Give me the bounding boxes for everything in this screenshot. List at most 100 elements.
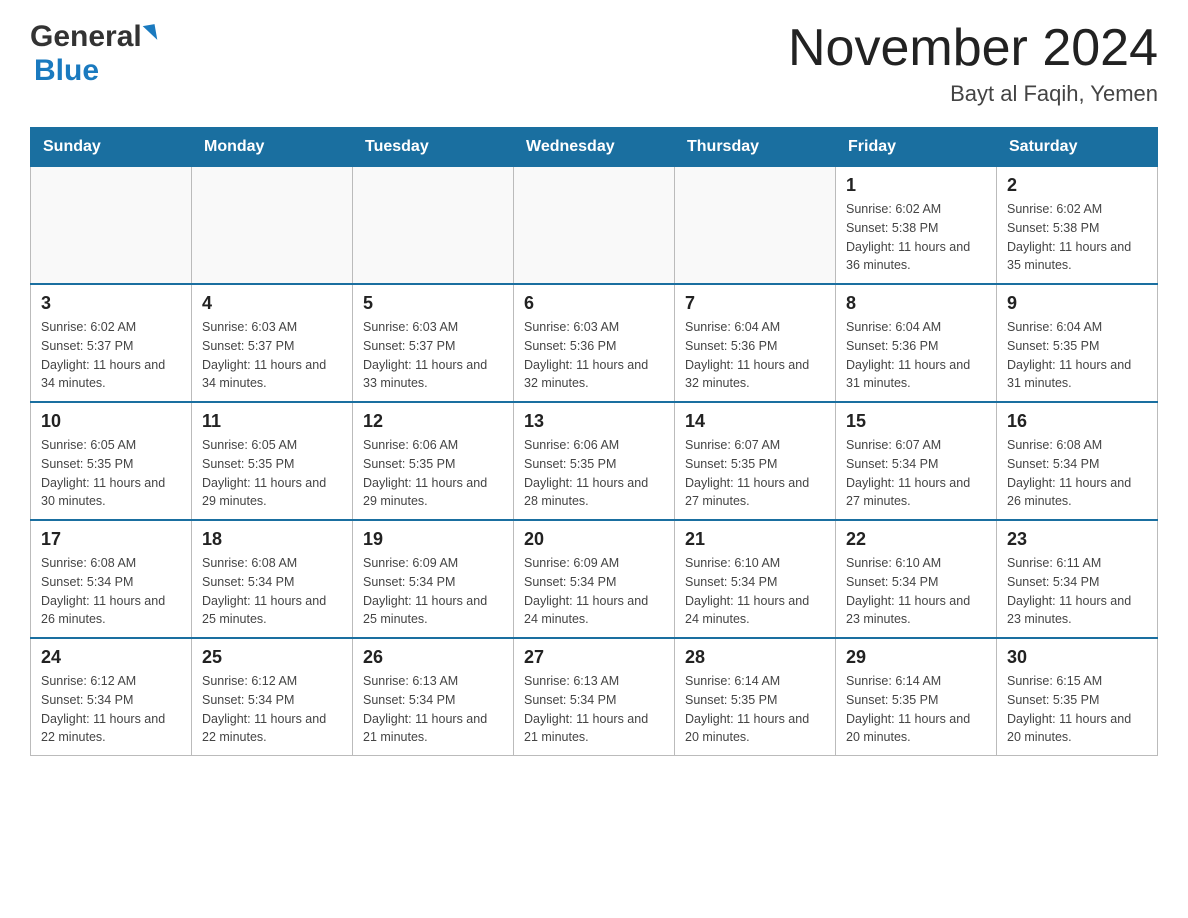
day-number: 7 bbox=[685, 293, 825, 314]
calendar-cell: 9 Sunrise: 6:04 AMSunset: 5:35 PMDaylight… bbox=[997, 284, 1158, 402]
page-subtitle: Bayt al Faqih, Yemen bbox=[788, 81, 1158, 107]
logo-general-text: General bbox=[30, 20, 142, 54]
calendar-cell: 10 Sunrise: 6:05 AMSunset: 5:35 PMDayligh… bbox=[31, 402, 192, 520]
day-info: Sunrise: 6:10 AMSunset: 5:34 PMDaylight:… bbox=[846, 554, 986, 629]
header-monday: Monday bbox=[192, 128, 353, 167]
day-info: Sunrise: 6:09 AMSunset: 5:34 PMDaylight:… bbox=[363, 554, 503, 629]
calendar-cell: 12 Sunrise: 6:06 AMSunset: 5:35 PMDayligh… bbox=[353, 402, 514, 520]
day-number: 3 bbox=[41, 293, 181, 314]
day-info: Sunrise: 6:08 AMSunset: 5:34 PMDaylight:… bbox=[202, 554, 342, 629]
day-number: 16 bbox=[1007, 411, 1147, 432]
day-info: Sunrise: 6:02 AMSunset: 5:38 PMDaylight:… bbox=[846, 200, 986, 275]
day-info: Sunrise: 6:03 AMSunset: 5:37 PMDaylight:… bbox=[363, 318, 503, 393]
calendar-cell: 3Sunrise: 6:02 AMSunset: 5:37 PMDaylight… bbox=[31, 284, 192, 402]
calendar-cell: 28 Sunrise: 6:14 AMSunset: 5:35 PMDayligh… bbox=[675, 638, 836, 756]
day-info: Sunrise: 6:07 AMSunset: 5:35 PMDaylight:… bbox=[685, 436, 825, 511]
day-number: 19 bbox=[363, 529, 503, 550]
calendar-header-row: SundayMondayTuesdayWednesdayThursdayFrid… bbox=[31, 128, 1158, 167]
calendar-week-row: 1Sunrise: 6:02 AMSunset: 5:38 PMDaylight… bbox=[31, 167, 1158, 285]
day-info: Sunrise: 6:04 AMSunset: 5:36 PMDaylight:… bbox=[685, 318, 825, 393]
day-info: Sunrise: 6:10 AMSunset: 5:34 PMDaylight:… bbox=[685, 554, 825, 629]
calendar-week-row: 17 Sunrise: 6:08 AMSunset: 5:34 PMDayligh… bbox=[31, 520, 1158, 638]
calendar-cell: 15 Sunrise: 6:07 AMSunset: 5:34 PMDayligh… bbox=[836, 402, 997, 520]
calendar-cell: 24Sunrise: 6:12 AMSunset: 5:34 PMDayligh… bbox=[31, 638, 192, 756]
calendar-week-row: 24Sunrise: 6:12 AMSunset: 5:34 PMDayligh… bbox=[31, 638, 1158, 756]
day-info: Sunrise: 6:14 AMSunset: 5:35 PMDaylight:… bbox=[685, 672, 825, 747]
day-info: Sunrise: 6:08 AMSunset: 5:34 PMDaylight:… bbox=[1007, 436, 1147, 511]
day-info: Sunrise: 6:05 AMSunset: 5:35 PMDaylight:… bbox=[41, 436, 181, 511]
day-info: Sunrise: 6:02 AMSunset: 5:38 PMDaylight:… bbox=[1007, 200, 1147, 275]
day-info: Sunrise: 6:06 AMSunset: 5:35 PMDaylight:… bbox=[363, 436, 503, 511]
day-number: 22 bbox=[846, 529, 986, 550]
calendar-cell: 4 Sunrise: 6:03 AMSunset: 5:37 PMDaylight… bbox=[192, 284, 353, 402]
day-number: 23 bbox=[1007, 529, 1147, 550]
calendar-week-row: 3Sunrise: 6:02 AMSunset: 5:37 PMDaylight… bbox=[31, 284, 1158, 402]
calendar-cell: 23 Sunrise: 6:11 AMSunset: 5:34 PMDayligh… bbox=[997, 520, 1158, 638]
calendar-table: SundayMondayTuesdayWednesdayThursdayFrid… bbox=[30, 127, 1158, 756]
day-number: 12 bbox=[363, 411, 503, 432]
day-number: 26 bbox=[363, 647, 503, 668]
calendar-cell: 16 Sunrise: 6:08 AMSunset: 5:34 PMDayligh… bbox=[997, 402, 1158, 520]
calendar-cell: 8Sunrise: 6:04 AMSunset: 5:36 PMDaylight… bbox=[836, 284, 997, 402]
day-number: 6 bbox=[524, 293, 664, 314]
day-number: 30 bbox=[1007, 647, 1147, 668]
calendar-cell: 2 Sunrise: 6:02 AMSunset: 5:38 PMDaylight… bbox=[997, 167, 1158, 285]
day-number: 8 bbox=[846, 293, 986, 314]
header-wednesday: Wednesday bbox=[514, 128, 675, 167]
calendar-cell: 25Sunrise: 6:12 AMSunset: 5:34 PMDayligh… bbox=[192, 638, 353, 756]
calendar-cell: 11Sunrise: 6:05 AMSunset: 5:35 PMDayligh… bbox=[192, 402, 353, 520]
calendar-cell: 21 Sunrise: 6:10 AMSunset: 5:34 PMDayligh… bbox=[675, 520, 836, 638]
calendar-cell: 7 Sunrise: 6:04 AMSunset: 5:36 PMDaylight… bbox=[675, 284, 836, 402]
day-info: Sunrise: 6:12 AMSunset: 5:34 PMDaylight:… bbox=[202, 672, 342, 747]
day-info: Sunrise: 6:06 AMSunset: 5:35 PMDaylight:… bbox=[524, 436, 664, 511]
day-number: 20 bbox=[524, 529, 664, 550]
calendar-week-row: 10 Sunrise: 6:05 AMSunset: 5:35 PMDayligh… bbox=[31, 402, 1158, 520]
day-number: 9 bbox=[1007, 293, 1147, 314]
day-info: Sunrise: 6:03 AMSunset: 5:37 PMDaylight:… bbox=[202, 318, 342, 393]
day-info: Sunrise: 6:11 AMSunset: 5:34 PMDaylight:… bbox=[1007, 554, 1147, 629]
calendar-cell: 20 Sunrise: 6:09 AMSunset: 5:34 PMDayligh… bbox=[514, 520, 675, 638]
calendar-cell bbox=[353, 167, 514, 285]
calendar-cell: 13 Sunrise: 6:06 AMSunset: 5:35 PMDayligh… bbox=[514, 402, 675, 520]
day-info: Sunrise: 6:08 AMSunset: 5:34 PMDaylight:… bbox=[41, 554, 181, 629]
calendar-cell: 6 Sunrise: 6:03 AMSunset: 5:36 PMDaylight… bbox=[514, 284, 675, 402]
day-number: 14 bbox=[685, 411, 825, 432]
day-number: 17 bbox=[41, 529, 181, 550]
day-number: 10 bbox=[41, 411, 181, 432]
calendar-cell: 5 Sunrise: 6:03 AMSunset: 5:37 PMDaylight… bbox=[353, 284, 514, 402]
calendar-cell bbox=[31, 167, 192, 285]
calendar-cell: 19 Sunrise: 6:09 AMSunset: 5:34 PMDayligh… bbox=[353, 520, 514, 638]
header-friday: Friday bbox=[836, 128, 997, 167]
day-info: Sunrise: 6:13 AMSunset: 5:34 PMDaylight:… bbox=[524, 672, 664, 747]
calendar-cell: 30 Sunrise: 6:15 AMSunset: 5:35 PMDayligh… bbox=[997, 638, 1158, 756]
day-number: 21 bbox=[685, 529, 825, 550]
day-number: 4 bbox=[202, 293, 342, 314]
day-number: 2 bbox=[1007, 175, 1147, 196]
day-info: Sunrise: 6:15 AMSunset: 5:35 PMDaylight:… bbox=[1007, 672, 1147, 747]
day-number: 28 bbox=[685, 647, 825, 668]
day-number: 18 bbox=[202, 529, 342, 550]
header-sunday: Sunday bbox=[31, 128, 192, 167]
calendar-cell bbox=[514, 167, 675, 285]
calendar-cell: 27 Sunrise: 6:13 AMSunset: 5:34 PMDayligh… bbox=[514, 638, 675, 756]
day-number: 27 bbox=[524, 647, 664, 668]
day-info: Sunrise: 6:14 AMSunset: 5:35 PMDaylight:… bbox=[846, 672, 986, 747]
calendar-cell: 1Sunrise: 6:02 AMSunset: 5:38 PMDaylight… bbox=[836, 167, 997, 285]
day-info: Sunrise: 6:09 AMSunset: 5:34 PMDaylight:… bbox=[524, 554, 664, 629]
day-info: Sunrise: 6:13 AMSunset: 5:34 PMDaylight:… bbox=[363, 672, 503, 747]
day-number: 5 bbox=[363, 293, 503, 314]
day-number: 15 bbox=[846, 411, 986, 432]
day-info: Sunrise: 6:07 AMSunset: 5:34 PMDaylight:… bbox=[846, 436, 986, 511]
calendar-cell: 17 Sunrise: 6:08 AMSunset: 5:34 PMDayligh… bbox=[31, 520, 192, 638]
logo: General Blue bbox=[30, 20, 156, 88]
day-number: 13 bbox=[524, 411, 664, 432]
day-info: Sunrise: 6:04 AMSunset: 5:35 PMDaylight:… bbox=[1007, 318, 1147, 393]
day-info: Sunrise: 6:03 AMSunset: 5:36 PMDaylight:… bbox=[524, 318, 664, 393]
header-saturday: Saturday bbox=[997, 128, 1158, 167]
logo-arrow-icon bbox=[142, 24, 157, 42]
calendar-cell: 22 Sunrise: 6:10 AMSunset: 5:34 PMDayligh… bbox=[836, 520, 997, 638]
calendar-cell: 18 Sunrise: 6:08 AMSunset: 5:34 PMDayligh… bbox=[192, 520, 353, 638]
calendar-cell bbox=[675, 167, 836, 285]
day-info: Sunrise: 6:12 AMSunset: 5:34 PMDaylight:… bbox=[41, 672, 181, 747]
page-header: General Blue November 2024 Bayt al Faqih… bbox=[30, 20, 1158, 107]
